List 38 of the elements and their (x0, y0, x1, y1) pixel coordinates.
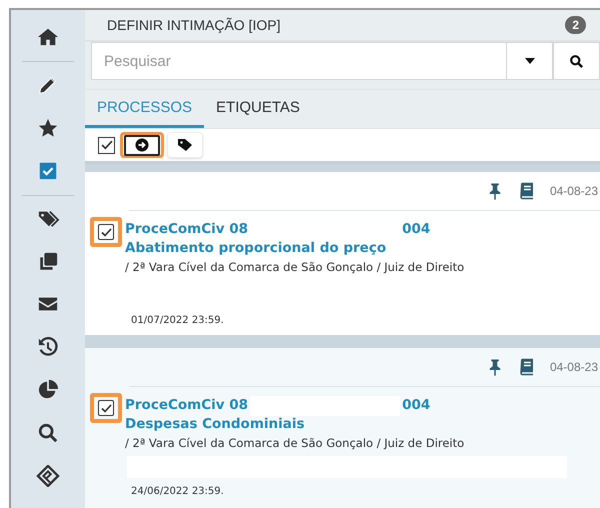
card-checkbox[interactable] (98, 400, 114, 416)
process-number[interactable]: ProceComCiv 08 (125, 220, 248, 239)
arrow-circle-icon (135, 138, 149, 152)
deadline-text: 01/07/2022 23:59. (131, 315, 224, 326)
checkmark-icon (100, 140, 112, 150)
history-icon[interactable] (36, 336, 60, 358)
search-icon[interactable] (36, 422, 60, 444)
count-badge: 2 (565, 16, 586, 34)
checkmark-icon (100, 228, 112, 236)
process-card[interactable]: 04-08-23 ProceComCiv 08 004 Abatimento proporcional do preço / 2ª Vara Cível da Comarca de São Gonçalo / Juiz de Direito 01/07/2022 23:59. (85, 172, 600, 335)
caret-icon (524, 58, 534, 64)
process-number[interactable]: 004 (402, 396, 430, 415)
process-number[interactable]: ProceComCiv 08 (125, 396, 248, 415)
select-all-checkbox[interactable] (98, 136, 115, 154)
process-subject[interactable]: Abatimento proporcional do preço (125, 239, 464, 258)
book-icon[interactable] (518, 358, 536, 376)
checkmark-icon (100, 404, 112, 412)
search-button[interactable] (553, 42, 600, 80)
card-date: 04-08-23 (550, 184, 598, 198)
home-icon[interactable] (36, 26, 60, 48)
star-icon[interactable] (36, 116, 60, 139)
process-number[interactable]: 004 (402, 220, 430, 239)
court-text: / 2ª Vara Cível da Comarca de São Gonçalo / Juiz de Direito (125, 260, 464, 274)
card-checkbox[interactable] (98, 224, 114, 240)
search-field[interactable]: Pesquisar (91, 42, 506, 80)
process-subject[interactable]: Despesas Condominiais (125, 415, 464, 434)
diamond-logo-icon[interactable] (36, 465, 60, 487)
card-date: 04-08-23 (550, 360, 598, 374)
search-icon (569, 54, 584, 68)
process-card[interactable]: 04-08-23 ProceComCiv 08 004 Despesas Condominiais / 2ª Vara Cível da Comarca de São Gonçalo / Juiz de Direito 24/06/2022 23:59. (85, 348, 600, 508)
tag-icon (178, 138, 192, 152)
tab[interactable]: ETIQUETAS (204, 90, 312, 128)
tag-button[interactable] (167, 132, 203, 158)
book-icon[interactable] (518, 182, 536, 200)
court-text: / 2ª Vara Cível da Comarca de São Gonçalo / Juiz de Direito (125, 436, 464, 450)
deadline-text: 24/06/2022 23:59. (131, 486, 224, 497)
window-title: DEFINIR INTIMAÇÃO [IOP] (107, 17, 280, 33)
forward-button[interactable] (120, 132, 164, 158)
